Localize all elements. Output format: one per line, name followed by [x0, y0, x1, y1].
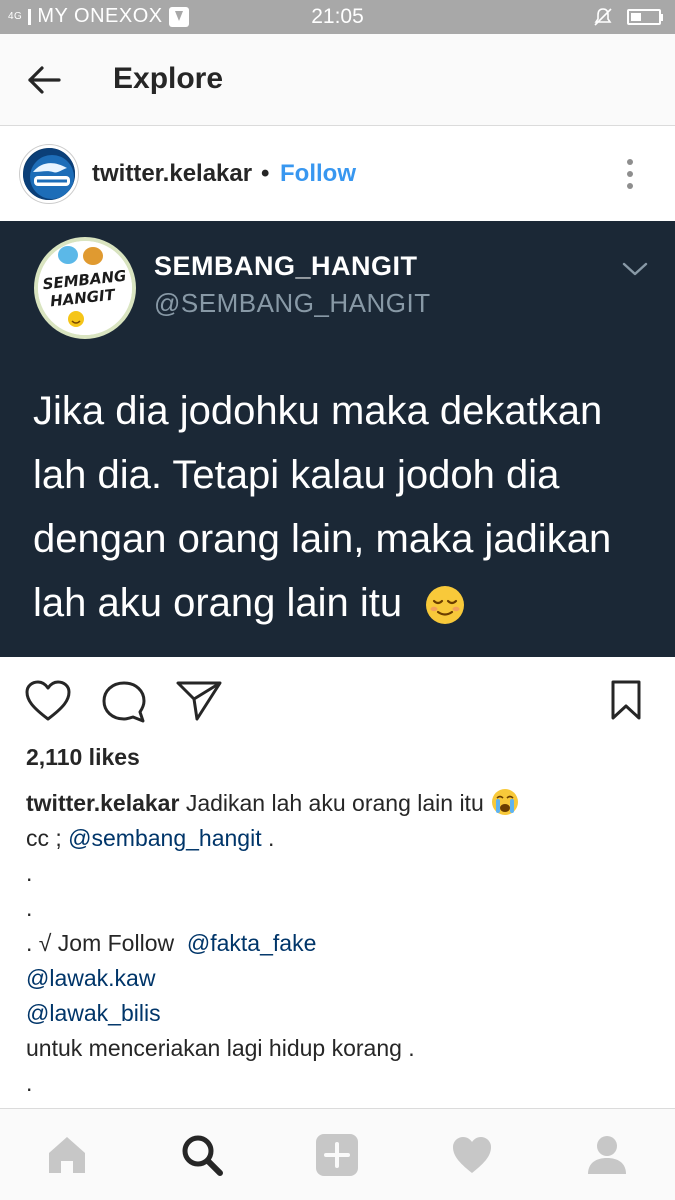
status-bar: 4G MY ONEXOX 21:05 [0, 0, 675, 34]
post-actions [0, 657, 675, 743]
twitter-kelakar-logo [23, 148, 75, 200]
mute-bell-icon [594, 8, 612, 26]
bottom-nav [0, 1108, 675, 1200]
caption-line: @lawak.kaw [26, 961, 656, 996]
chevron-down-icon [622, 262, 648, 276]
crying-face-emoji [492, 789, 519, 815]
likes-count[interactable]: 2,110 likes [26, 744, 140, 771]
home-icon[interactable] [45, 1133, 89, 1177]
profile-icon[interactable] [585, 1133, 629, 1177]
separator-dot: • [261, 160, 270, 187]
clock: 21:05 [311, 5, 364, 28]
caption-line: @lawak_bilis [26, 996, 656, 1031]
caption-text: Jadikan lah aku orang lain itu [185, 790, 484, 816]
caption-line: . [26, 860, 33, 886]
bookmark-icon[interactable] [610, 679, 642, 721]
post-caption: twitter.kelakar Jadikan lah aku orang la… [26, 786, 656, 1136]
caption-line: . √ Jom Follow @fakta_fake [26, 926, 656, 961]
more-vertical-icon[interactable] [625, 158, 635, 190]
tweet-handle: @SEMBANG_HANGIT [154, 288, 431, 318]
caption-line: . [26, 895, 33, 921]
mention-link[interactable]: @sembang_hangit [68, 825, 261, 851]
tweet-avatar: SEMBANG HANGIT [34, 237, 136, 339]
search-icon[interactable] [180, 1133, 224, 1177]
tweet-text-line-last: lah aku orang lain itu [33, 571, 653, 635]
battery-icon [627, 9, 663, 25]
caption-username[interactable]: twitter.kelakar [26, 790, 179, 816]
tweet-text-line: Jika dia jodohku maka dekatkan [33, 389, 603, 433]
caption-cc: cc ; [26, 825, 62, 851]
back-arrow-icon[interactable] [26, 62, 62, 98]
tweet-text-line: lah dia. Tetapi kalau jodoh dia [33, 453, 560, 497]
caption-line: untuk menceriakan lagi hidup korang . [26, 1035, 415, 1061]
mention-link[interactable]: @lawak_bilis [26, 1000, 161, 1026]
page-title: Explore [113, 62, 224, 95]
heart-icon[interactable] [24, 679, 72, 723]
tweet-text: Jika dia jodohku maka dekatkan lah dia. … [33, 379, 653, 635]
add-post-icon[interactable] [315, 1133, 359, 1177]
mention-link[interactable]: @lawak.kaw [26, 965, 155, 991]
send-icon[interactable] [175, 679, 223, 723]
mention-link[interactable]: @fakta_fake [187, 930, 316, 956]
caption-period: . [268, 825, 275, 851]
follow-button[interactable]: Follow [280, 160, 356, 188]
comment-icon[interactable] [100, 679, 148, 725]
activity-heart-icon[interactable] [450, 1133, 494, 1177]
caption-jom-follow: . √ Jom Follow [26, 930, 175, 956]
post-username[interactable]: twitter.kelakar [92, 160, 252, 188]
app-header: Explore [0, 34, 675, 126]
tweet-text-line: lah aku orang lain itu [33, 581, 403, 625]
relieved-face-emoji [426, 586, 465, 625]
sembang-hangit-logo: SEMBANG HANGIT [38, 241, 132, 335]
post-image[interactable]: SEMBANG HANGIT SEMBANG_HANGIT @SEMBANG_H… [0, 221, 675, 657]
caption-line: . [26, 1070, 33, 1096]
user-avatar[interactable] [20, 145, 78, 203]
caption-line: cc ; @sembang_hangit . [26, 821, 656, 856]
tweet-text-line: dengan orang lain, maka jadikan [33, 517, 612, 561]
caption-line: twitter.kelakar Jadikan lah aku orang la… [26, 786, 656, 821]
post-header: twitter.kelakar • Follow [0, 126, 675, 221]
tweet-display-name: SEMBANG_HANGIT [154, 251, 418, 281]
